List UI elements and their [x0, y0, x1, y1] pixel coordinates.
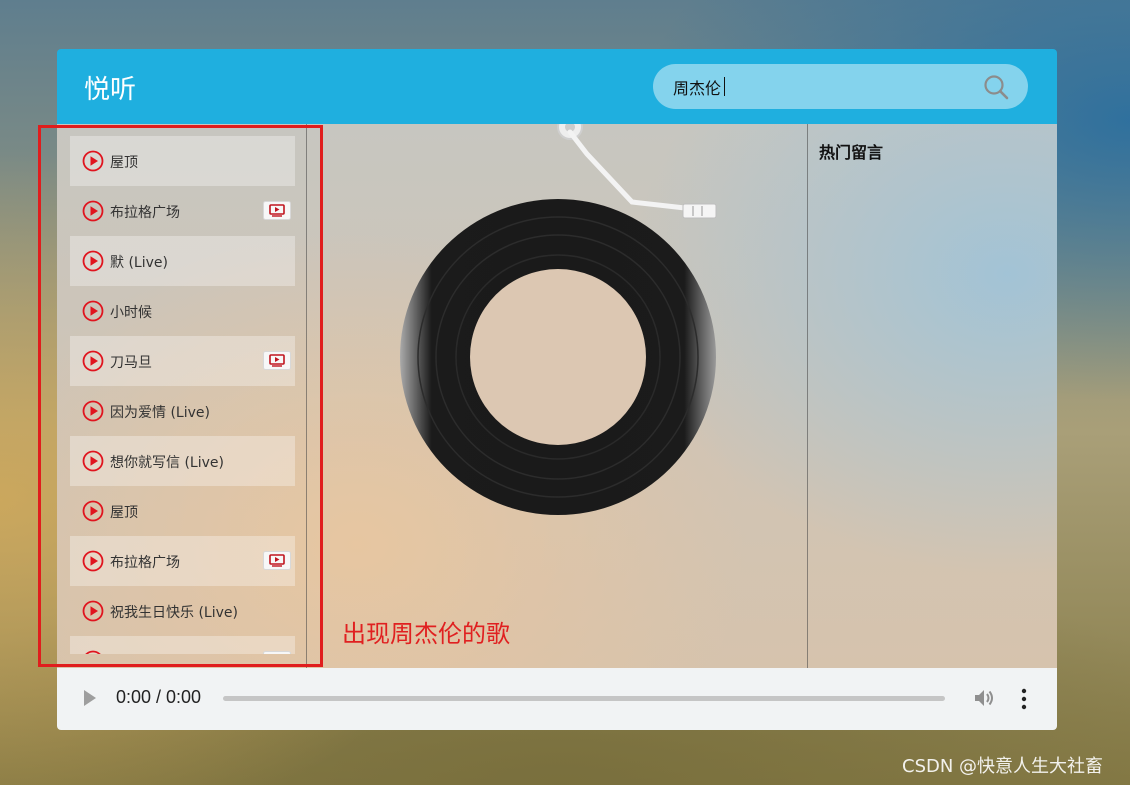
annotation-note: 出现周杰伦的歌 — [342, 620, 510, 648]
watermark: CSDN @快意人生大社畜 — [902, 756, 1104, 777]
time-display: 0:00 / 0:00 — [116, 687, 202, 707]
volume-button[interactable] — [973, 687, 995, 709]
play-button[interactable] — [82, 689, 98, 707]
more-vert-icon — [1021, 688, 1027, 710]
app-logo: 悦听 — [84, 75, 137, 105]
header: 悦听 — [57, 49, 1057, 124]
text-caret — [724, 77, 725, 96]
progress-bar[interactable] — [223, 696, 945, 701]
volume-icon — [975, 690, 993, 706]
search-box — [653, 64, 1028, 109]
play-icon — [84, 690, 96, 706]
player-area — [307, 114, 807, 668]
search-button[interactable] — [981, 72, 1011, 102]
record-disc — [400, 114, 717, 515]
audio-player: 0:00 / 0:00 — [57, 668, 1057, 730]
more-options-button[interactable] — [1016, 687, 1032, 711]
highlight-box — [38, 125, 323, 667]
divider — [807, 124, 808, 668]
search-input[interactable] — [653, 64, 973, 109]
search-icon — [984, 75, 1009, 100]
hot-comments-title: 热门留言 — [819, 143, 884, 162]
